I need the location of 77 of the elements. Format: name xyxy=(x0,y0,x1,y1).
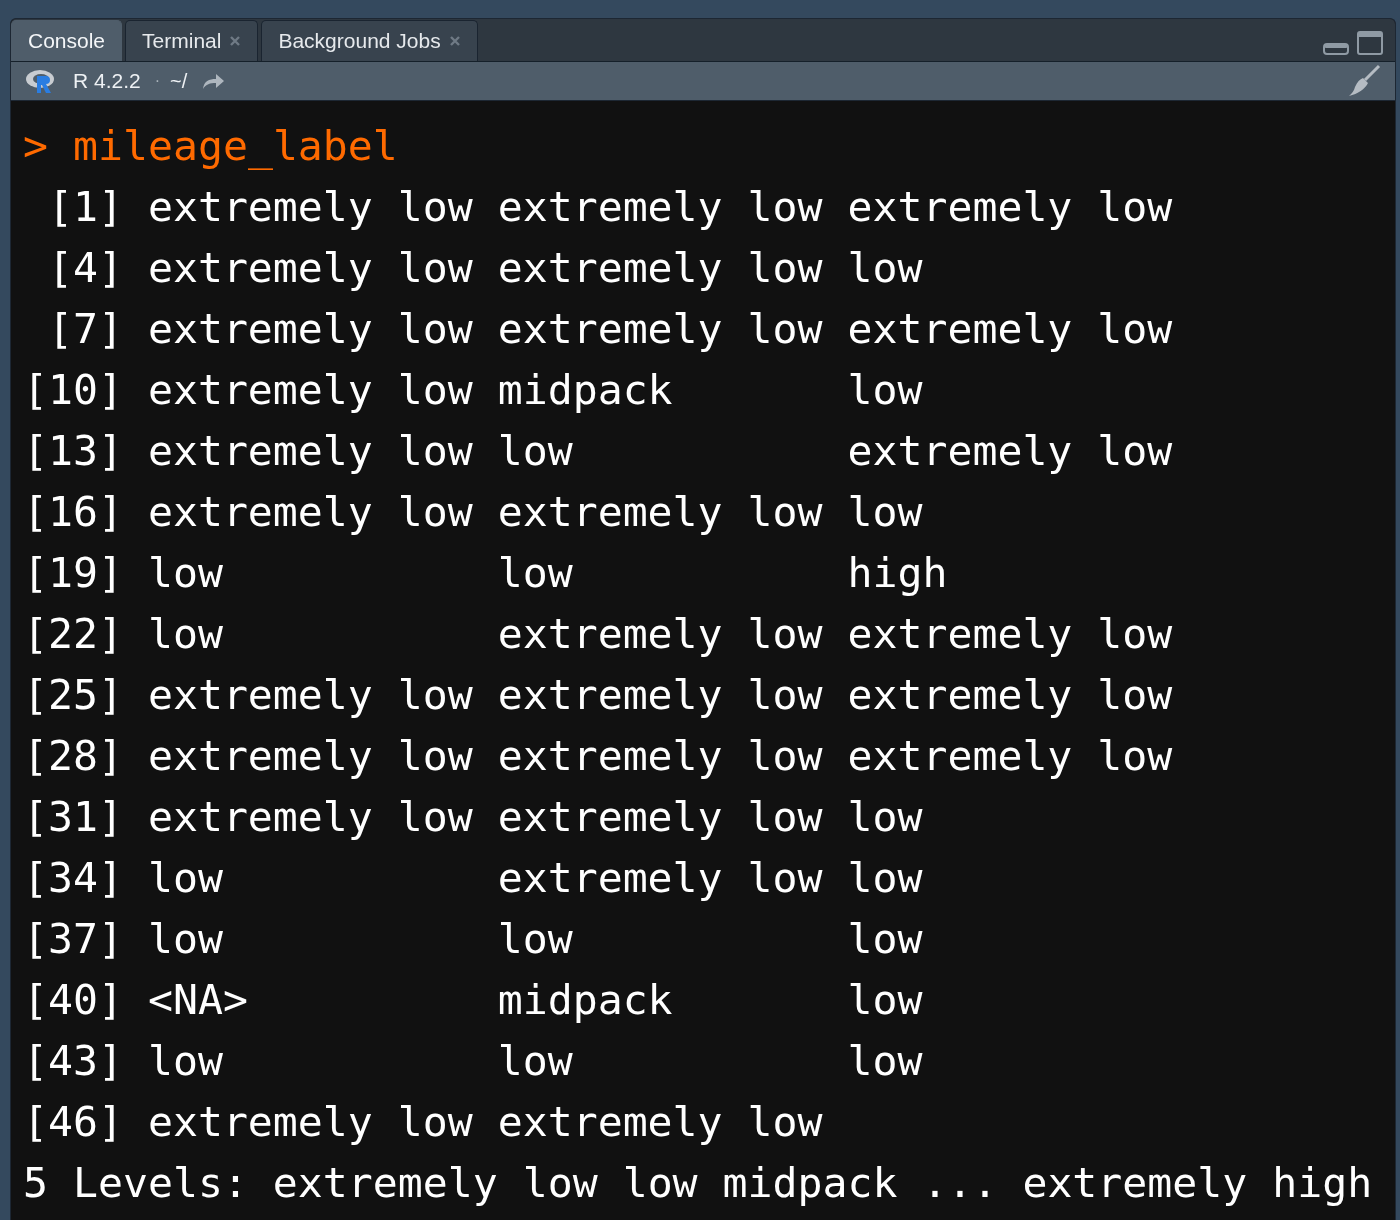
console-output-value: low xyxy=(847,487,923,536)
r-version: R 4.2.2 xyxy=(73,69,141,93)
console-index: [46] xyxy=(23,1096,123,1148)
console-output-value: extremely low xyxy=(847,182,1173,231)
console-output-value: low xyxy=(497,426,573,475)
console-output-value: extremely low xyxy=(497,487,823,536)
console-index: [19] xyxy=(23,547,123,599)
console-output-value: midpack xyxy=(497,365,673,414)
console-index: [22] xyxy=(23,608,123,660)
console-tab[interactable]: Console xyxy=(11,20,123,61)
console-output-value: low xyxy=(847,243,923,292)
console-output-value: high xyxy=(847,548,948,597)
console-output-value: extremely low xyxy=(147,487,473,536)
console-output-value: midpack xyxy=(497,975,673,1024)
console-output-value: low xyxy=(147,1036,223,1085)
console-index: [40] xyxy=(23,974,123,1026)
console-output-value: low xyxy=(847,975,923,1024)
console-command: > mileage_label xyxy=(23,120,398,172)
minimize-icon[interactable] xyxy=(1323,43,1349,55)
console-output-value: extremely low xyxy=(497,853,823,902)
console-index: [4] xyxy=(46,242,123,294)
console-index: [16] xyxy=(23,486,123,538)
console-index: [31] xyxy=(23,791,123,843)
console-output-value: low xyxy=(497,914,573,963)
console-output-value: <NA> xyxy=(147,975,248,1024)
broom-icon[interactable] xyxy=(1347,64,1381,98)
console-output-value: low xyxy=(147,853,223,902)
console-output-value: extremely low xyxy=(147,243,473,292)
console-output-value: extremely low xyxy=(497,243,823,292)
console-output-value: low xyxy=(847,914,923,963)
console-index: [37] xyxy=(23,913,123,965)
console-output-value: extremely low xyxy=(847,304,1173,353)
console-output-value: extremely low xyxy=(847,426,1173,475)
console-output-value: low xyxy=(847,365,923,414)
console-output-value: low xyxy=(847,1036,923,1085)
console-output-value: extremely low xyxy=(147,731,473,780)
console-output-value: low xyxy=(147,914,223,963)
console-output-value: extremely low xyxy=(847,731,1173,780)
console-output-value: low xyxy=(847,792,923,841)
console-output-value: low xyxy=(147,548,223,597)
console-output-value: extremely low xyxy=(497,792,823,841)
working-directory[interactable]: ~/ xyxy=(170,69,188,93)
arrow-icon[interactable] xyxy=(201,72,226,90)
console-output-value: low xyxy=(147,609,223,658)
close-icon[interactable] xyxy=(448,35,461,47)
console-index: [10] xyxy=(23,364,123,416)
console-output-value: extremely low xyxy=(497,731,823,780)
console-output-value: extremely low xyxy=(147,1097,473,1146)
factor-levels: 5 Levels: extremely low low midpack ... extremely high xyxy=(23,1157,1373,1209)
console-output-value: extremely low xyxy=(847,670,1173,719)
console-index: [25] xyxy=(23,669,123,721)
console-output-value: extremely low xyxy=(847,609,1173,658)
console-index: [1] xyxy=(46,181,123,233)
console-output-value: extremely low xyxy=(497,670,823,719)
console-output-value: low xyxy=(497,1036,573,1085)
console-index: [34] xyxy=(23,852,123,904)
console-output-value: extremely low xyxy=(497,182,823,231)
console-index: [43] xyxy=(23,1035,123,1087)
console-output-value: extremely low xyxy=(497,609,823,658)
console-output-value: extremely low xyxy=(147,670,473,719)
console-output-value: extremely low xyxy=(147,426,473,475)
console-index: [13] xyxy=(23,425,123,477)
console-tab[interactable]: Background Jobs xyxy=(261,20,478,61)
console-output-value: extremely low xyxy=(147,182,473,231)
console-tab[interactable]: Terminal xyxy=(125,20,259,61)
console-output-value: low xyxy=(497,548,573,597)
console-output-value: low xyxy=(847,853,923,902)
console-output-value: extremely low xyxy=(497,1097,823,1146)
console-index: [28] xyxy=(23,730,123,782)
console-output-value: extremely low xyxy=(147,304,473,353)
console-output-value: extremely low xyxy=(147,792,473,841)
console-output-value: extremely low xyxy=(497,304,823,353)
console-output-value: extremely low xyxy=(147,365,473,414)
console-index: [7] xyxy=(46,303,123,355)
close-icon[interactable] xyxy=(229,35,242,47)
maximize-icon[interactable] xyxy=(1357,31,1383,55)
separator-dot: · xyxy=(154,72,161,90)
